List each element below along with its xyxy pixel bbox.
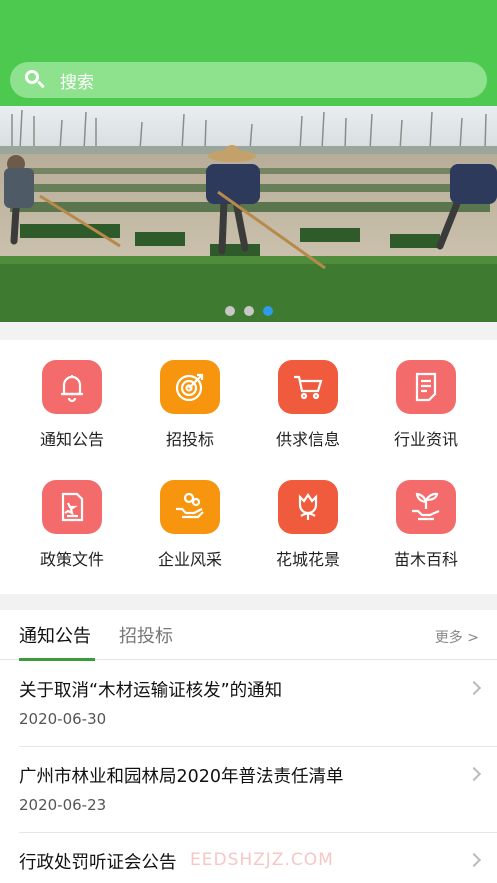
target-icon [160,360,220,414]
category-label: 通知公告 [39,430,104,449]
search-placeholder: 搜索 [60,72,94,93]
category-bidding[interactable]: 招投标 [128,340,252,450]
news-title: 广州市林业和园林局2020年普法责任清单 [19,767,344,787]
news-item[interactable]: 广州市林业和园林局2020年普法责任清单 2020-06-23 [19,747,497,833]
carousel-dots [0,306,497,316]
tab-bidding[interactable]: 招投标 [119,622,173,648]
flower-icon [278,480,338,534]
app-header: 搜索 [0,0,497,106]
cart-icon [278,360,338,414]
news-title: 行政处罚听证会公告 [19,853,177,873]
news-item[interactable]: 关于取消“木材运输证核发”的通知 2020-06-30 [19,661,497,747]
category-label: 花城花景 [275,550,340,569]
category-label: 企业风采 [157,550,222,569]
more-link[interactable]: 更多 > [435,627,479,647]
news-date: 2020-06-30 [19,710,107,728]
search-bar[interactable]: 搜索 [10,62,487,98]
policy-file-icon [42,480,102,534]
news-panel: 通知公告 招投标 更多 > 关于取消“木材运输证核发”的通知 2020-06-3… [0,610,497,883]
carousel-dot[interactable] [224,306,235,316]
category-grid: 通知公告 招投标 供求信息 行业资讯 政策文件 企业风采 花城花景 苗木百科 [0,340,497,594]
chevron-right-icon [466,680,482,696]
carousel-dot-active[interactable] [262,306,273,316]
tab-notice[interactable]: 通知公告 [19,622,91,648]
category-label: 供求信息 [275,430,340,449]
category-label: 行业资讯 [393,430,458,449]
category-label: 苗木百科 [393,550,458,569]
watermark: EEDSHZJZ.COM [190,850,334,870]
hand-coin-icon [160,480,220,534]
banner-carousel[interactable] [0,106,497,322]
news-title: 关于取消“木材运输证核发”的通知 [19,681,283,701]
carousel-dot[interactable] [243,306,254,316]
category-supply[interactable]: 供求信息 [246,340,370,450]
category-seedling[interactable]: 苗木百科 [364,460,488,570]
category-label: 招投标 [165,430,214,449]
category-flower-city[interactable]: 花城花景 [246,460,370,570]
bell-icon [42,360,102,414]
chevron-right-icon [466,766,482,782]
category-label: 政策文件 [39,550,104,569]
category-industry-news[interactable]: 行业资讯 [364,340,488,450]
chevron-right-icon [466,852,482,868]
search-icon [24,69,46,91]
news-tabs: 通知公告 招投标 更多 > [0,610,497,661]
banner-image [0,106,497,322]
seedling-hand-icon [396,480,456,534]
category-policy[interactable]: 政策文件 [10,460,134,570]
category-enterprise[interactable]: 企业风采 [128,460,252,570]
news-date: 2020-06-23 [19,796,107,814]
document-icon [396,360,456,414]
category-notice[interactable]: 通知公告 [10,340,134,450]
